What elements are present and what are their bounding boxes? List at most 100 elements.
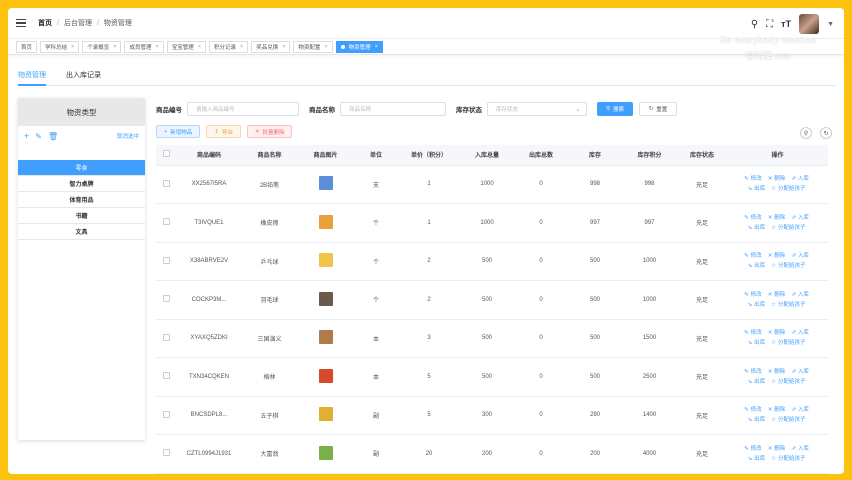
assign-link[interactable]: ☆ 分配给孩子: [771, 302, 807, 308]
product-thumbnail[interactable]: [318, 445, 333, 460]
tag-item-active[interactable]: 物资管理 ×: [335, 40, 383, 53]
delete-link[interactable]: ✕ 删除: [768, 407, 788, 413]
stock-in-link[interactable]: ⇗ 入库: [791, 292, 811, 298]
trash-icon[interactable]: 🗑: [48, 132, 58, 141]
assign-link[interactable]: ☆ 分配给孩子: [771, 263, 807, 269]
edit-link[interactable]: ✎ 修改: [744, 369, 764, 375]
search-icon[interactable]: ⚲: [751, 19, 758, 30]
tag-item[interactable]: 积分记录 ×: [208, 40, 249, 53]
edit-link[interactable]: ✎ 修改: [744, 176, 764, 182]
chevron-down-icon[interactable]: ▼: [827, 21, 834, 28]
add-item-button[interactable]: + 新增物品: [156, 125, 201, 138]
row-checkbox-cell[interactable]: [156, 203, 176, 243]
assign-link[interactable]: ☆ 分配给孩子: [771, 379, 807, 385]
category-item[interactable]: 零食: [18, 160, 145, 176]
stock-out-link[interactable]: ⇘ 出库: [747, 417, 767, 423]
tag-item[interactable]: 奖品兑换 ×: [251, 40, 291, 53]
assign-link[interactable]: ☆ 分配给孩子: [771, 225, 807, 231]
tag-item[interactable]: 首页: [16, 40, 38, 53]
close-icon[interactable]: ×: [240, 44, 243, 50]
stock-in-link[interactable]: ⇗ 入库: [791, 407, 811, 413]
fullscreen-icon[interactable]: ⛶: [766, 19, 773, 30]
tab-materials[interactable]: 物资管理: [18, 66, 46, 86]
edit-link[interactable]: ✎ 修改: [744, 407, 764, 413]
row-checkbox[interactable]: [162, 410, 170, 418]
tag-item[interactable]: 物资配置 ×: [293, 40, 333, 53]
product-thumbnail[interactable]: [318, 291, 333, 306]
export-button[interactable]: ↧ 导出: [206, 125, 241, 138]
row-checkbox[interactable]: [162, 179, 170, 187]
name-input[interactable]: 商品名称: [340, 102, 446, 116]
stock-out-link[interactable]: ⇘ 出库: [747, 225, 767, 231]
row-checkbox[interactable]: [162, 449, 170, 457]
assign-link[interactable]: ☆ 分配给孩子: [771, 340, 807, 346]
search-button[interactable]: ⚲ 搜索: [597, 102, 633, 116]
category-item[interactable]: 书籍: [18, 208, 145, 224]
row-checkbox-cell[interactable]: [156, 280, 176, 320]
close-icon[interactable]: ×: [324, 44, 327, 50]
delete-link[interactable]: ✕ 删除: [768, 330, 788, 336]
product-thumbnail[interactable]: [318, 214, 333, 229]
menu-toggle-icon[interactable]: [16, 19, 26, 27]
tag-item[interactable]: 个录概览 ×: [82, 40, 122, 53]
batch-delete-button[interactable]: ✕ 批量删除: [246, 125, 293, 138]
row-checkbox[interactable]: [162, 256, 170, 264]
edit-link[interactable]: ✎ 修改: [744, 292, 764, 298]
add-icon[interactable]: +: [24, 131, 29, 141]
delete-link[interactable]: ✕ 删除: [768, 292, 788, 298]
stock-out-link[interactable]: ⇘ 出库: [747, 263, 767, 269]
edit-link[interactable]: ✎ 修改: [744, 215, 764, 221]
product-thumbnail[interactable]: [318, 407, 333, 422]
edit-link[interactable]: ✎ 修改: [744, 446, 764, 452]
tag-item[interactable]: 宝宝管理 ×: [166, 40, 206, 53]
product-thumbnail[interactable]: [318, 330, 333, 345]
close-icon[interactable]: ×: [71, 44, 74, 50]
product-thumbnail[interactable]: [318, 176, 333, 191]
assign-link[interactable]: ☆ 分配给孩子: [771, 186, 807, 192]
row-checkbox-cell[interactable]: [156, 396, 176, 435]
close-icon[interactable]: ×: [156, 44, 159, 50]
row-checkbox[interactable]: [162, 218, 170, 226]
edit-link[interactable]: ✎ 修改: [744, 330, 764, 336]
breadcrumb-item[interactable]: 首页: [38, 18, 52, 28]
delete-link[interactable]: ✕ 删除: [768, 369, 788, 375]
stock-out-link[interactable]: ⇘ 出库: [747, 379, 767, 385]
row-checkbox-cell[interactable]: [156, 434, 176, 474]
row-checkbox-cell[interactable]: [156, 242, 176, 281]
delete-link[interactable]: ✕ 删除: [768, 446, 788, 452]
close-icon[interactable]: ×: [113, 44, 116, 50]
edit-link[interactable]: ✎ 修改: [744, 253, 764, 259]
delete-link[interactable]: ✕ 删除: [768, 253, 788, 259]
close-icon[interactable]: ×: [282, 44, 285, 50]
stock-in-link[interactable]: ⇗ 入库: [791, 176, 811, 182]
assign-link[interactable]: ☆ 分配给孩子: [771, 417, 807, 423]
font-size-icon[interactable]: тT: [781, 19, 791, 29]
stock-out-link[interactable]: ⇘ 出库: [747, 302, 767, 308]
stock-out-link[interactable]: ⇘ 出库: [747, 340, 767, 346]
close-icon[interactable]: ×: [198, 44, 201, 50]
select-all-checkbox-cell[interactable]: [156, 145, 176, 166]
category-item[interactable]: 文具: [18, 224, 145, 240]
close-icon[interactable]: ×: [375, 44, 378, 50]
delete-link[interactable]: ✕ 删除: [768, 215, 788, 221]
code-input[interactable]: 请输入商品编号: [187, 102, 299, 116]
row-checkbox-cell[interactable]: [156, 357, 176, 397]
stock-in-link[interactable]: ⇗ 入库: [791, 369, 811, 375]
row-checkbox[interactable]: [162, 372, 170, 380]
stock-in-link[interactable]: ⇗ 入库: [791, 446, 811, 452]
row-checkbox[interactable]: [162, 295, 170, 303]
reset-button[interactable]: ↻ 重置: [639, 102, 677, 116]
stock-in-link[interactable]: ⇗ 入库: [791, 330, 811, 336]
status-select[interactable]: 库存状态 ⌄: [487, 102, 587, 116]
category-item[interactable]: 智力桌牌: [18, 176, 145, 192]
tag-item[interactable]: 学科总结 ×: [40, 40, 80, 53]
row-checkbox-cell[interactable]: [156, 319, 176, 358]
deselect-link[interactable]: 取消选中: [117, 132, 139, 140]
delete-link[interactable]: ✕ 删除: [768, 176, 788, 182]
breadcrumb-item[interactable]: 后台管理: [64, 18, 92, 28]
search-toggle-icon[interactable]: ⚲: [800, 127, 812, 139]
stock-in-link[interactable]: ⇗ 入库: [791, 215, 811, 221]
row-checkbox[interactable]: [162, 333, 170, 341]
refresh-icon[interactable]: ↻: [820, 127, 832, 139]
row-checkbox-cell[interactable]: [156, 165, 176, 204]
